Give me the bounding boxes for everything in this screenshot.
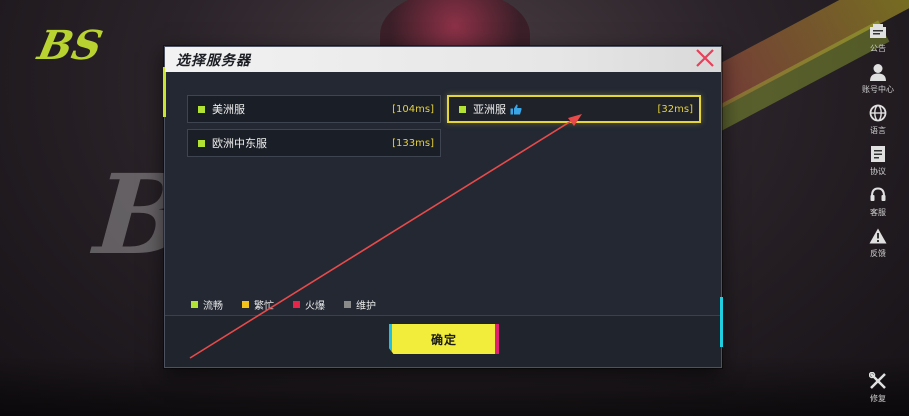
server-select-dialog: 选择服务器 美洲服 [104ms] 亚洲服 [32ms] 欧洲中东服 [133m…: [163, 46, 723, 368]
server-item-americas[interactable]: 美洲服 [104ms]: [187, 95, 441, 123]
server-ping: [104ms]: [392, 103, 434, 115]
announcement-icon: [867, 22, 889, 40]
game-logo: BS: [33, 22, 107, 69]
thumbs-up-icon: [510, 104, 522, 115]
server-ping: [32ms]: [657, 103, 693, 115]
legend-item-smooth: 流畅: [191, 297, 223, 312]
confirm-button[interactable]: 确定: [389, 324, 499, 354]
side-item-feedback[interactable]: 反馈: [847, 227, 909, 268]
legend-label: 火爆: [305, 301, 325, 312]
account-icon: [867, 63, 889, 81]
legend-item-maintenance: 维护: [344, 297, 376, 312]
server-name: 亚洲服: [473, 103, 506, 116]
side-item-label: 协议: [870, 167, 886, 176]
side-item-support[interactable]: 客服: [847, 186, 909, 227]
server-name: 欧洲中东服: [212, 137, 267, 150]
server-item-europe-middle-east[interactable]: 欧洲中东服 [133ms]: [187, 129, 441, 157]
legend-label: 繁忙: [254, 301, 274, 312]
warning-icon: [867, 227, 889, 245]
repair-button[interactable]: 修复: [847, 372, 909, 404]
legend-swatch: [293, 301, 300, 308]
legend-item-hot: 火爆: [293, 297, 325, 312]
side-item-label: 客服: [870, 208, 886, 217]
legend-swatch: [242, 301, 249, 308]
dialog-footer: 确定: [165, 315, 721, 367]
legend-label: 流畅: [203, 301, 223, 312]
legend-swatch: [191, 301, 198, 308]
side-item-label: 语言: [870, 126, 886, 135]
server-name: 美洲服: [212, 103, 245, 116]
document-icon: [867, 145, 889, 163]
server-item-asia[interactable]: 亚洲服 [32ms]: [447, 95, 701, 123]
close-icon: [695, 48, 715, 72]
side-item-agreement[interactable]: 协议: [847, 145, 909, 186]
confirm-label: 确定: [430, 332, 457, 347]
side-item-account[interactable]: 账号中心: [847, 63, 909, 104]
close-button[interactable]: [693, 48, 717, 72]
status-dot: [198, 139, 205, 147]
legend-label: 维护: [356, 301, 376, 312]
legend-swatch: [344, 301, 351, 308]
side-item-label: 账号中心: [862, 85, 894, 94]
side-item-label: 反馈: [870, 249, 886, 258]
side-menu: 公告 账号中心 语言 协议 客服 反馈: [847, 22, 909, 268]
status-dot: [198, 105, 205, 113]
dialog-header: 选择服务器: [165, 47, 721, 72]
side-item-announcement[interactable]: 公告: [847, 22, 909, 63]
side-item-label: 公告: [870, 44, 886, 53]
side-item-language[interactable]: 语言: [847, 104, 909, 145]
repair-label: 修复: [870, 394, 886, 403]
globe-icon: [867, 104, 889, 122]
legend-item-busy: 繁忙: [242, 297, 274, 312]
dialog-title: 选择服务器: [176, 52, 251, 69]
status-legend: 流畅 繁忙 火爆 维护: [191, 297, 395, 312]
tools-icon: [867, 372, 889, 390]
headset-icon: [867, 186, 889, 204]
status-dot: [459, 105, 466, 113]
server-ping: [133ms]: [392, 137, 434, 149]
